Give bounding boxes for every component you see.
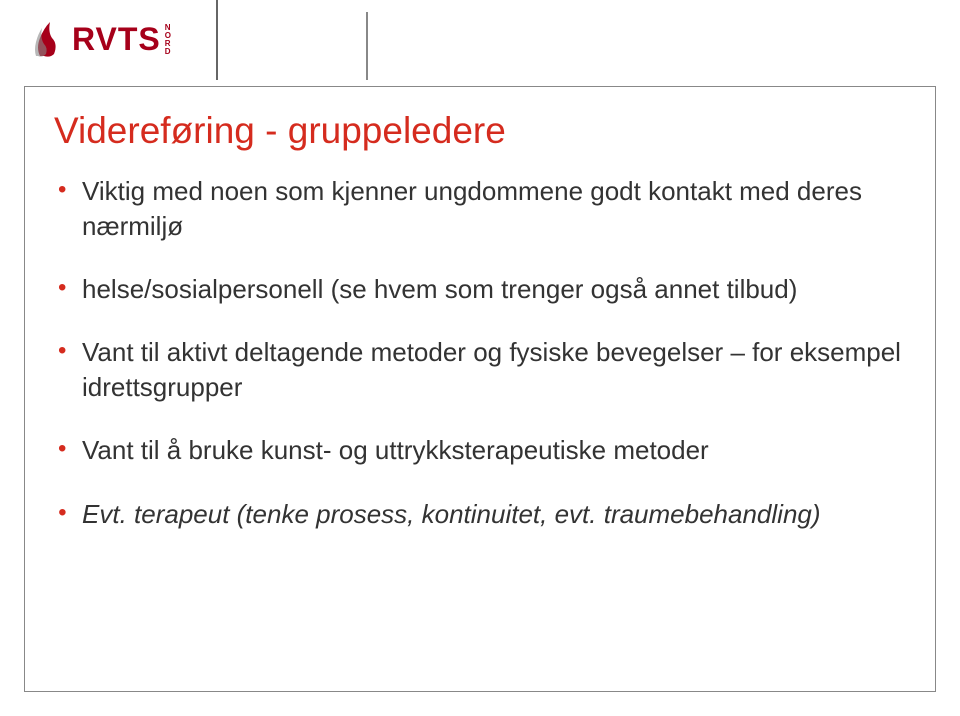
slide-content: Videreføring - gruppeledere Viktig med n… <box>54 110 906 560</box>
logo-subtext: N O R D <box>165 24 171 56</box>
slide-title: Videreføring - gruppeledere <box>54 110 906 152</box>
logo-text: RVTS <box>72 21 161 58</box>
divider-line <box>216 0 218 80</box>
bullet-list: Viktig med noen som kjenner ungdommene g… <box>54 174 906 532</box>
logo: RVTS N O R D <box>32 20 171 58</box>
divider-line <box>366 12 368 80</box>
bullet-item: Evt. terapeut (tenke prosess, kontinuite… <box>54 497 906 532</box>
bullet-item: Vant til aktivt deltagende metoder og fy… <box>54 335 906 405</box>
logo-nord-letter: D <box>165 48 171 56</box>
bullet-item: helse/sosialpersonell (se hvem som treng… <box>54 272 906 307</box>
bullet-item: Viktig med noen som kjenner ungdommene g… <box>54 174 906 244</box>
bullet-item: Vant til å bruke kunst- og uttrykksterap… <box>54 433 906 468</box>
flame-icon <box>32 20 68 58</box>
